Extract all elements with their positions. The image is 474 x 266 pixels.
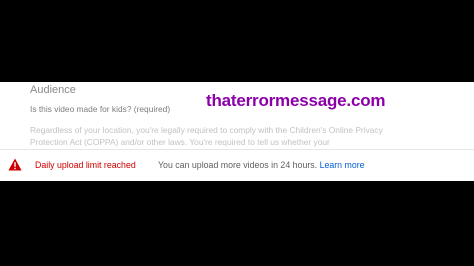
upload-dialog-strip: Audience Is this video made for kids? (r… — [0, 82, 474, 181]
upload-error-bar: Daily upload limit reached You can uploa… — [0, 149, 474, 181]
made-for-kids-question: Is this video made for kids? (required) — [30, 104, 171, 114]
error-message: You can upload more videos in 24 hours. … — [158, 160, 365, 170]
screenshot-frame: Audience Is this video made for kids? (r… — [0, 0, 474, 266]
audience-heading: Audience — [30, 84, 76, 96]
site-watermark: thaterrormessage.com — [206, 91, 386, 110]
error-title: Daily upload limit reached — [35, 160, 136, 170]
learn-more-link[interactable]: Learn more — [320, 160, 365, 170]
warning-icon — [8, 158, 22, 171]
coppa-description: Regardless of your location, you're lega… — [30, 125, 383, 147]
error-message-text: You can upload more videos in 24 hours. — [158, 160, 318, 170]
